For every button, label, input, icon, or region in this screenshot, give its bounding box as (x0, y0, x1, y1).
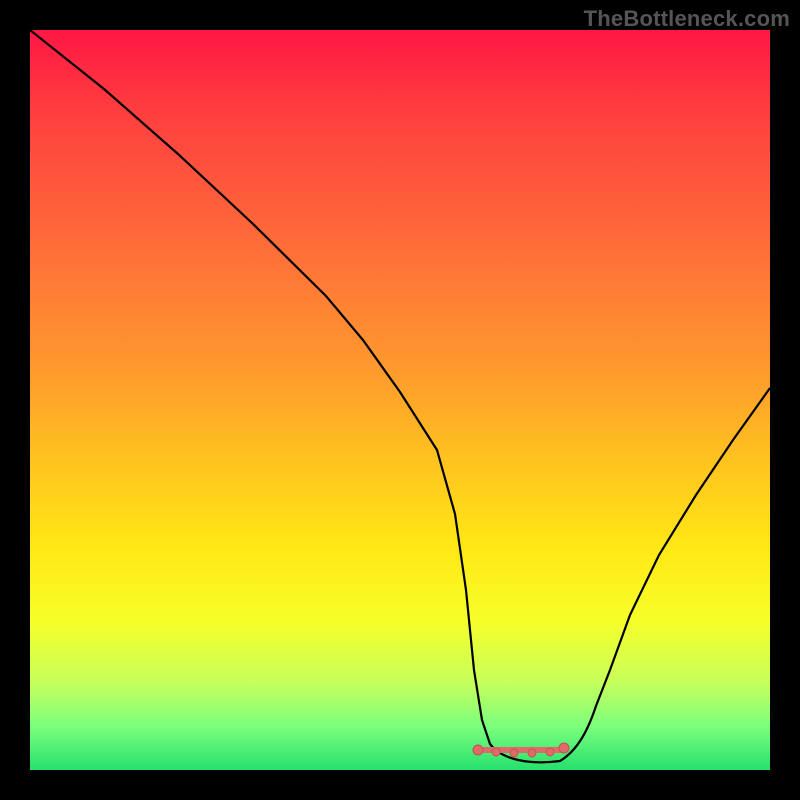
flat-dot (492, 748, 500, 756)
watermark-text: TheBottleneck.com (584, 6, 790, 32)
curve-path (30, 30, 770, 762)
chart-frame: TheBottleneck.com (0, 0, 800, 800)
flat-dot (510, 749, 518, 757)
plot-area (30, 30, 770, 770)
flat-dot (546, 748, 554, 756)
bottleneck-curve (30, 30, 770, 770)
flat-dot (559, 743, 569, 753)
flat-dot (473, 745, 483, 755)
flat-dot (528, 749, 536, 757)
